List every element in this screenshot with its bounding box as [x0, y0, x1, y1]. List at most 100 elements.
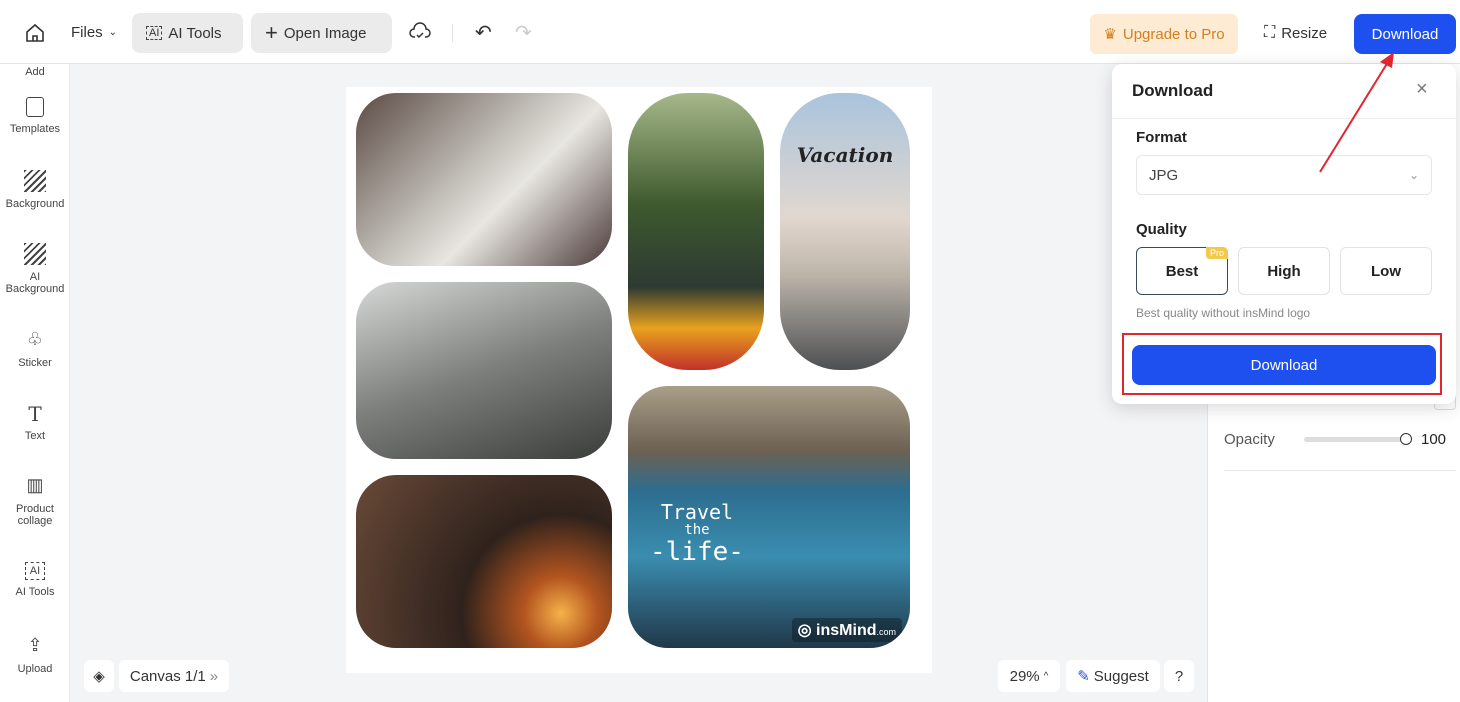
- collage-canvas[interactable]: Vacation Travel the -life- ◎ insMind.com: [346, 87, 932, 673]
- download-label: Download: [1371, 25, 1439, 43]
- download-button[interactable]: Download: [1354, 14, 1456, 54]
- the-word: the: [684, 522, 710, 538]
- insmind-watermark: ◎ insMind.com: [791, 618, 902, 642]
- text-icon: T: [28, 402, 42, 426]
- popup-download-button[interactable]: Download: [1132, 345, 1436, 385]
- opacity-slider[interactable]: [1304, 433, 1412, 445]
- sidebar-label: AI Background: [5, 271, 65, 295]
- ai-background-icon: [24, 243, 46, 265]
- photo-campfire[interactable]: [356, 475, 612, 648]
- ai-tools-button[interactable]: AI AI Tools: [132, 13, 243, 53]
- sidebar-label: AI Tools: [15, 586, 55, 598]
- sidebar-item-product-collage[interactable]: ▥ Product collage: [0, 475, 69, 527]
- divider: [1224, 470, 1456, 471]
- format-value: JPG: [1149, 166, 1179, 184]
- life-word: -life-: [650, 537, 744, 568]
- photo-passports[interactable]: [356, 93, 612, 266]
- photo-car[interactable]: [356, 282, 612, 459]
- opacity-label: Opacity: [1224, 431, 1275, 448]
- upgrade-label: Upgrade to Pro: [1122, 25, 1225, 43]
- sidebar-label: Sticker: [18, 357, 52, 369]
- format-select[interactable]: JPG ⌄: [1136, 155, 1432, 195]
- download-popup: Download × Format JPG ⌄ Quality Best Pro …: [1112, 64, 1456, 404]
- resize-label: Resize: [1281, 24, 1328, 42]
- ai-icon: AI: [146, 26, 163, 40]
- divider: [452, 24, 453, 42]
- photo-vacation[interactable]: Vacation: [780, 93, 910, 370]
- sticker-icon: ♧: [26, 329, 44, 349]
- crop-icon: ⛶: [1264, 24, 1276, 41]
- sidebar-label: Upload: [17, 663, 53, 675]
- files-label: Files: [71, 24, 103, 41]
- cloud-save-icon[interactable]: [409, 22, 431, 42]
- layers-button[interactable]: ◈: [84, 660, 114, 692]
- sidebar-item-add[interactable]: Add: [0, 66, 69, 78]
- photo-kayak[interactable]: [628, 93, 764, 370]
- suggest-icon: ✎: [1077, 668, 1090, 685]
- sidebar-item-background[interactable]: Background: [0, 170, 69, 210]
- travel-word: Travel: [660, 500, 734, 524]
- divider: [1112, 118, 1456, 119]
- upgrade-pro-button[interactable]: ♛ Upgrade to Pro: [1090, 14, 1238, 54]
- suggest-button[interactable]: ✎ Suggest: [1066, 660, 1160, 692]
- sidebar-item-ai-background[interactable]: AI Background: [0, 243, 69, 295]
- quality-low-label: Low: [1371, 262, 1401, 280]
- quality-best-option[interactable]: Best Pro: [1136, 247, 1228, 295]
- sidebar-item-templates[interactable]: Templates: [0, 97, 69, 135]
- help-label: ?: [1174, 667, 1184, 685]
- opacity-slider-handle[interactable]: [1400, 433, 1412, 445]
- format-label: Format: [1136, 129, 1187, 146]
- chevron-down-icon: ⌄: [108, 27, 118, 38]
- watermark-suffix: .com: [876, 627, 896, 637]
- sidebar-item-upload[interactable]: ⇪ Upload: [0, 635, 69, 675]
- watermark-text: insMind: [816, 622, 877, 639]
- quality-high-label: High: [1267, 262, 1301, 280]
- popup-download-label: Download: [1250, 356, 1318, 374]
- templates-icon: [26, 97, 44, 117]
- collage-icon: ▥: [26, 475, 44, 495]
- popup-title: Download: [1132, 81, 1214, 100]
- zoom-value: 29%: [1009, 667, 1040, 685]
- upload-icon: ⇪: [27, 635, 43, 655]
- vacation-text: Vacation: [796, 143, 894, 167]
- top-toolbar: Files ⌄ AI AI Tools + Open Image ↶ ↷ ♛ Upgra…: [0, 0, 1460, 64]
- opacity-value: 100: [1421, 431, 1447, 448]
- quality-low-option[interactable]: Low: [1340, 247, 1432, 295]
- redo-icon[interactable]: ↷: [515, 20, 532, 45]
- crown-icon: ♛: [1103, 26, 1117, 43]
- canvas-label: Canvas 1/1: [129, 667, 206, 685]
- sidebar-item-ai-tools[interactable]: AI AI Tools: [0, 562, 69, 598]
- open-image-label: Open Image: [283, 24, 367, 42]
- home-icon[interactable]: [24, 22, 46, 44]
- insmind-logo-icon: ◎: [797, 622, 817, 639]
- close-icon[interactable]: ×: [1416, 78, 1428, 101]
- canvas-pager[interactable]: Canvas 1/1»: [119, 660, 229, 692]
- sidebar-label: Templates: [9, 123, 61, 135]
- open-image-button[interactable]: + Open Image: [251, 13, 392, 53]
- sidebar-label: Add: [25, 66, 45, 78]
- ai-icon: AI: [25, 562, 45, 580]
- zoom-control[interactable]: 29% ^: [998, 660, 1060, 692]
- left-sidebar: Add Templates Background AI Background ♧…: [0, 64, 70, 702]
- chevron-down-icon: ⌄: [1408, 168, 1419, 182]
- chevron-up-icon: ^: [1043, 670, 1049, 682]
- sidebar-item-sticker[interactable]: ♧ Sticker: [0, 329, 69, 369]
- travel-the-life-text: Travel the -life-: [650, 501, 744, 567]
- pro-badge: Pro: [1205, 247, 1228, 259]
- sidebar-label: Text: [24, 430, 46, 442]
- quality-hint: Best quality without insMind logo: [1136, 306, 1311, 320]
- undo-icon[interactable]: ↶: [475, 20, 492, 45]
- suggest-label: Suggest: [1093, 667, 1149, 685]
- chevron-right-icon: »: [209, 667, 219, 685]
- photo-sea-cove[interactable]: Travel the -life- ◎ insMind.com: [628, 386, 910, 648]
- sidebar-item-text[interactable]: T Text: [0, 402, 69, 442]
- files-menu[interactable]: Files ⌄: [71, 24, 117, 41]
- help-button[interactable]: ?: [1164, 660, 1194, 692]
- plus-icon: +: [265, 20, 278, 45]
- sidebar-label: Product collage: [16, 503, 54, 527]
- resize-button[interactable]: ⛶ Resize: [1264, 24, 1327, 42]
- quality-best-label: Best: [1165, 262, 1199, 280]
- quality-high-option[interactable]: High: [1238, 247, 1330, 295]
- layers-icon: ◈: [93, 668, 105, 685]
- background-icon: [24, 170, 46, 192]
